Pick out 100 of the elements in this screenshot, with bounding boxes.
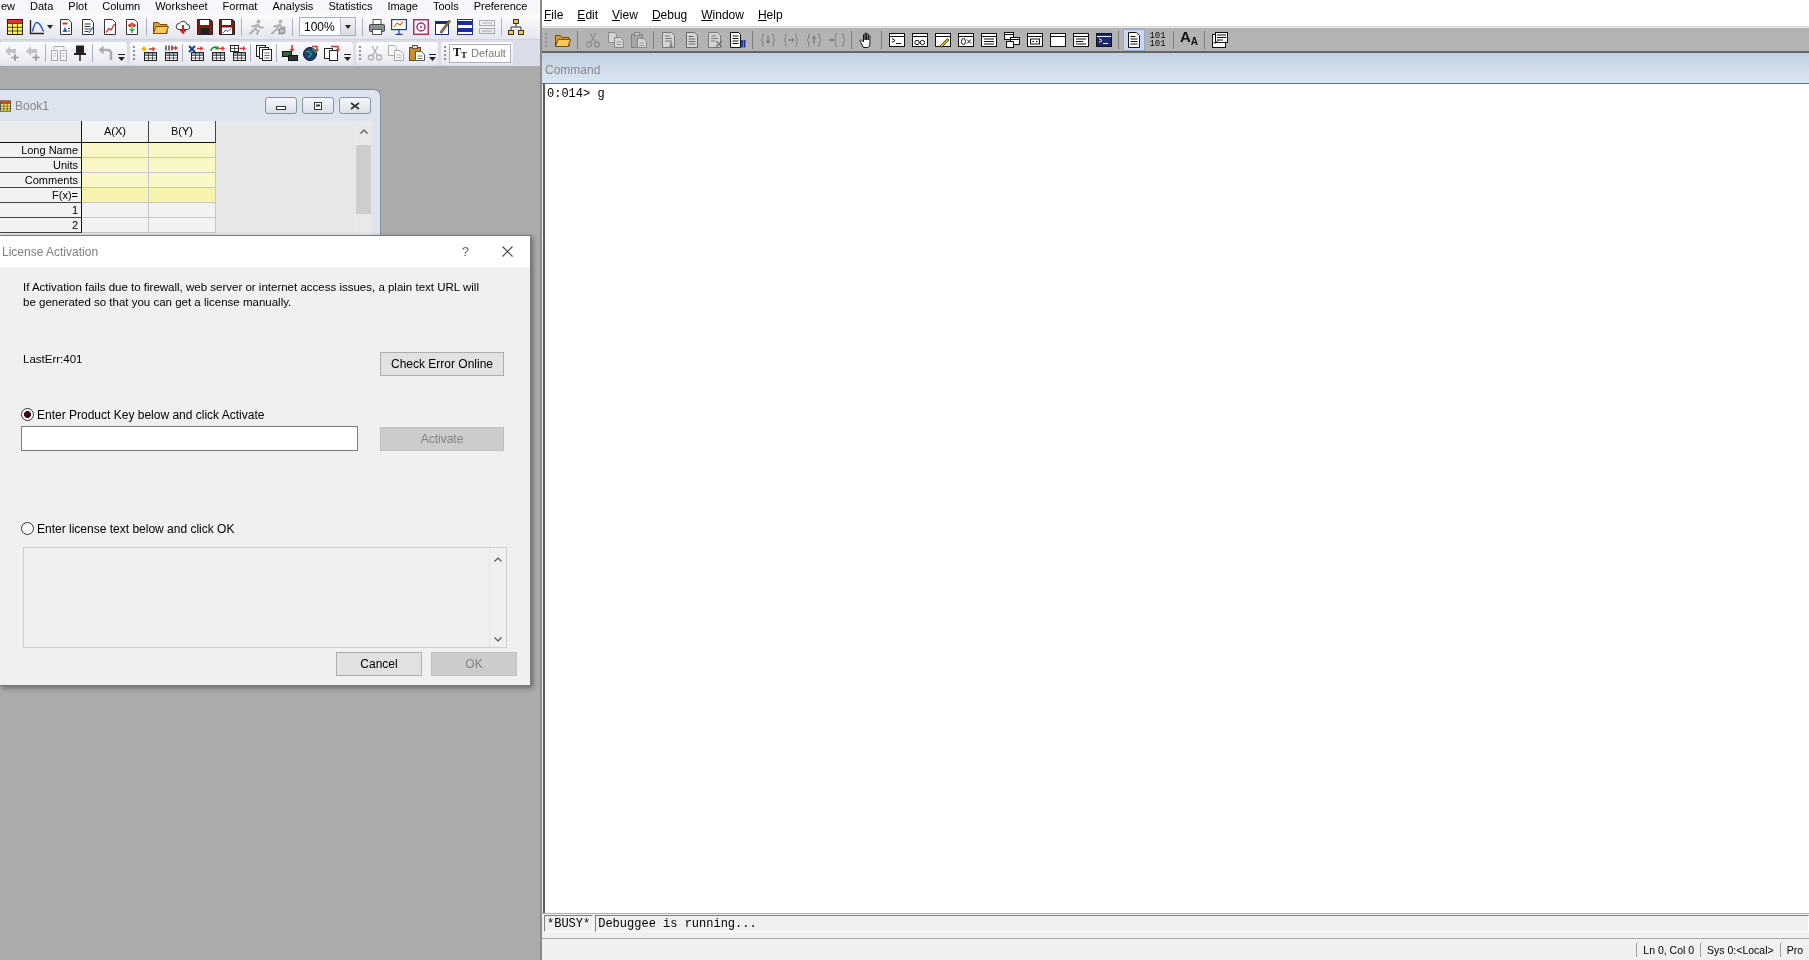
binary-mode-button[interactable]: 101 101: [1148, 31, 1167, 48]
pin-icon[interactable]: [71, 45, 88, 61]
table-cell: [82, 188, 149, 203]
font-icon: T$_{T}$: [453, 44, 468, 62]
options-window-icon[interactable]: [1211, 31, 1228, 48]
menu-item[interactable]: Preference: [473, 0, 528, 14]
column-header[interactable]: A(X): [82, 121, 149, 143]
check-error-button[interactable]: Check Error Online: [380, 352, 504, 376]
table-arrow-icon[interactable]: [229, 45, 246, 61]
grip-handle[interactable]: [545, 32, 547, 47]
dialog-button[interactable]: Cancel: [336, 652, 422, 676]
table-cell: [82, 158, 149, 173]
row-header: Long Name: [0, 143, 82, 158]
grip-handle[interactable]: [133, 46, 135, 60]
clipboard-icon[interactable]: [408, 45, 425, 61]
command-output: 0:014> g: [547, 87, 606, 101]
curve-graph-icon[interactable]: [29, 18, 45, 35]
menu-item[interactable]: Data: [30, 0, 54, 14]
close-button[interactable]: [339, 97, 371, 114]
window-list-icon[interactable]: [980, 31, 997, 48]
busy-indicator: *BUSY*: [544, 915, 594, 932]
table-cell: [149, 188, 216, 203]
filled-terminal-window-icon[interactable]: [1095, 31, 1112, 48]
menu-item[interactable]: Analysis: [272, 0, 314, 14]
font-size-button[interactable]: A$_{A}$: [1180, 29, 1199, 50]
zoom-combo[interactable]: 100%: [299, 17, 356, 36]
menu-item[interactable]: Plot: [68, 0, 88, 14]
close-icon[interactable]: [502, 246, 513, 257]
restore-button[interactable]: [302, 97, 334, 114]
help-button[interactable]: ?: [461, 244, 469, 259]
window-pencil-icon[interactable]: [934, 31, 951, 48]
minimize-button[interactable]: [265, 97, 297, 114]
window-dots-icon[interactable]: [1026, 31, 1043, 48]
restore-icon: [313, 101, 323, 110]
document-flower-icon[interactable]: [124, 18, 140, 35]
pages-arrow-icon[interactable]: [323, 45, 340, 61]
pen-window-icon[interactable]: [435, 18, 451, 35]
menu-item[interactable]: Window: [701, 7, 744, 22]
window-lines-icon[interactable]: [1072, 31, 1089, 48]
hierarchy-icon[interactable]: [508, 18, 524, 35]
column-header[interactable]: B(Y): [149, 121, 216, 143]
table-cycle-arrows-icon[interactable]: [208, 45, 225, 61]
row-header: F(x)=: [0, 188, 82, 203]
radio-button[interactable]: [21, 522, 34, 535]
toolbar-overflow-icon[interactable]: [429, 53, 436, 61]
dropdown-button[interactable]: [340, 18, 355, 35]
table-cell: [82, 203, 149, 218]
menu-item[interactable]: Image: [387, 0, 418, 14]
radio-button[interactable]: [21, 408, 34, 421]
menu-item[interactable]: Worksheet: [155, 0, 208, 14]
stacked-pages-icon[interactable]: [255, 45, 272, 61]
scroll-up-icon[interactable]: [359, 129, 368, 134]
grip-handle[interactable]: [359, 46, 361, 60]
linked-windows-icon[interactable]: [1003, 31, 1020, 48]
menu-item[interactable]: Format: [222, 0, 258, 14]
terminal-window-icon[interactable]: [888, 31, 905, 48]
menu-item[interactable]: View: [612, 7, 638, 22]
document-bars-icon[interactable]: [729, 31, 746, 48]
radio-option[interactable]: Enter license text below and click OK: [21, 521, 235, 536]
grip-handle[interactable]: [444, 46, 446, 60]
document-chart-icon[interactable]: [58, 18, 74, 35]
printer-icon[interactable]: [369, 18, 385, 35]
presentation-board-icon[interactable]: [391, 18, 407, 35]
floppy-disk-chart-icon[interactable]: [219, 18, 235, 35]
product-key-field[interactable]: [21, 426, 358, 451]
caret-icon[interactable]: [47, 24, 53, 29]
table-cell: [82, 173, 149, 188]
spreadsheet-icon[interactable]: [7, 18, 23, 35]
spreadsheet-icon: [0, 99, 11, 112]
dialog-message: If Activation fails due to firewall, web server or internet access issues, a plain text URL will be generated so that you can get a license manually.: [22, 280, 480, 310]
blocks-arrow-icon[interactable]: [281, 45, 298, 61]
document-lines-icon[interactable]: [1122, 28, 1145, 51]
scrollbar-thumb[interactable]: [356, 145, 371, 214]
window-glasses-icon[interactable]: [911, 31, 928, 48]
menu-item[interactable]: Help: [757, 7, 783, 22]
radio-option[interactable]: Enter Product Key below and click Activate: [21, 407, 265, 422]
menu-item[interactable]: ew: [1, 0, 16, 14]
window-ring-cross-icon[interactable]: [957, 31, 974, 48]
table-cell: [149, 203, 216, 218]
row-header: 1: [0, 203, 82, 218]
menu-item[interactable]: File: [544, 7, 564, 22]
dialog-title: License Activation: [2, 244, 100, 259]
menu-item[interactable]: Statistics: [328, 0, 373, 14]
table-sparkle-icon[interactable]: [140, 45, 157, 61]
menu-item[interactable]: Debug: [651, 7, 688, 22]
toolbar-overflow-icon[interactable]: [118, 53, 125, 61]
circle-tile-icon[interactable]: [413, 18, 429, 35]
window-icon[interactable]: [1049, 31, 1066, 48]
table-cross-icon[interactable]: [187, 45, 204, 61]
notepad-icon[interactable]: [80, 18, 96, 35]
globe-icon[interactable]: [302, 45, 319, 61]
menu-item[interactable]: Edit: [577, 7, 599, 22]
window-title: Book1: [15, 98, 51, 113]
menu-item[interactable]: Column: [102, 0, 141, 14]
toolbar-overflow-icon[interactable]: [344, 53, 351, 61]
stacked-bars-icon[interactable]: [457, 18, 473, 35]
menu-item[interactable]: Tools: [432, 0, 459, 14]
cloud-download-icon[interactable]: [175, 18, 191, 35]
font-combo[interactable]: T$_{T}$ Default: [449, 43, 511, 63]
document-line-chart-icon[interactable]: [102, 18, 118, 35]
